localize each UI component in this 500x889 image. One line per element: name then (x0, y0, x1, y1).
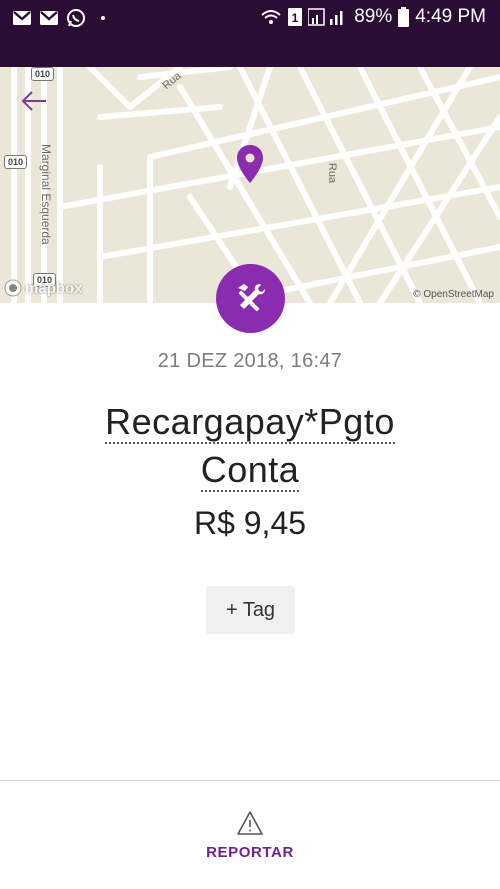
status-bar: 1 89% 4:49 PM (0, 0, 500, 67)
report-label: REPORTAR (206, 844, 294, 861)
mapbox-wordmark: mapbox (25, 279, 83, 297)
route-shield: 010 (4, 155, 28, 169)
gmail-icon (40, 11, 58, 25)
road-label-marginal: Marginal Esquerda (39, 144, 53, 245)
mapbox-logo: mapbox (4, 279, 83, 297)
category-badge[interactable] (216, 264, 285, 333)
sim-icon: 1 (288, 8, 303, 26)
wifi-icon (261, 10, 281, 24)
map-attribution[interactable]: © OpenStreetMap (413, 289, 494, 300)
mapbox-icon (4, 279, 22, 297)
back-arrow-icon[interactable] (20, 89, 48, 113)
road-label-rua-vertical: Rua (326, 162, 339, 184)
battery-icon (398, 7, 410, 27)
svg-text:1: 1 (292, 11, 299, 25)
clock: 4:49 PM (415, 6, 486, 27)
merchant-name-line2: Conta (200, 449, 300, 492)
bottom-divider (0, 780, 500, 781)
more-notifications-dot (101, 16, 105, 20)
route-shield: 010 (31, 67, 55, 81)
add-tag-button[interactable]: + Tag (206, 586, 295, 634)
tools-icon (237, 283, 265, 311)
merchant-name[interactable]: Recargapay*Pgto Conta (50, 398, 450, 494)
whatsapp-icon (67, 9, 85, 27)
gmail-icon (13, 11, 31, 25)
location-pin-icon (237, 145, 263, 183)
report-button[interactable]: REPORTAR (190, 810, 310, 880)
transaction-date: 21 DEZ 2018, 16:47 (157, 350, 343, 372)
merchant-name-line1: Recargapay*Pgto (105, 401, 395, 444)
notification-icons (12, 8, 105, 28)
system-status: 1 89% 4:49 PM (260, 6, 486, 28)
battery-percent: 89% (354, 6, 393, 27)
warning-icon (237, 811, 263, 835)
transaction-amount: R$ 9,45 (193, 505, 307, 541)
signal-icon (308, 8, 343, 26)
